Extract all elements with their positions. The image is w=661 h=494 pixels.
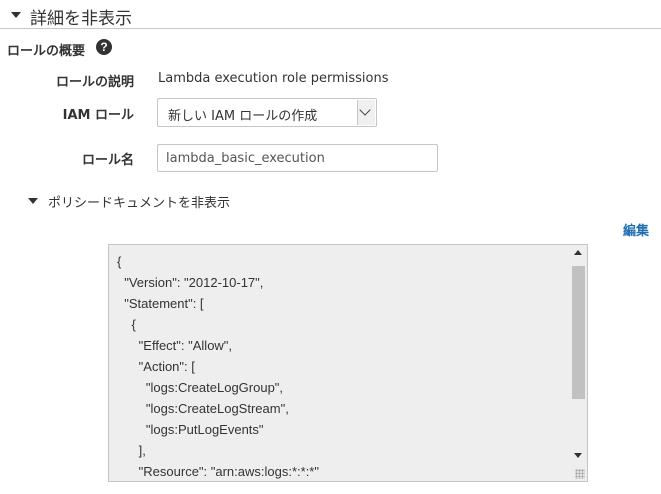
- chevron-down-icon: [359, 104, 371, 116]
- collapse-triangle-icon: [28, 198, 38, 204]
- question-circle-icon[interactable]: ?: [96, 39, 112, 55]
- resize-grip-icon[interactable]: [575, 469, 585, 479]
- vertical-scrollbar[interactable]: [571, 246, 586, 464]
- policy-document-toggle[interactable]: ポリシードキュメントを非表示: [28, 190, 288, 212]
- policy-document-text[interactable]: { "Version": "2012-10-17", "Statement": …: [117, 251, 319, 481]
- details-toggle-label: 詳細を非表示: [30, 9, 132, 29]
- iam-role-label: IAM ロール: [62, 108, 134, 123]
- role-description-value: Lambda execution role permissions: [158, 71, 389, 86]
- details-toggle[interactable]: 詳細を非表示: [0, 0, 661, 29]
- role-name-label: ロール名: [81, 153, 134, 168]
- policy-document-toggle-label: ポリシードキュメントを非表示: [48, 196, 231, 211]
- header-divider: [0, 28, 661, 29]
- role-description-label: ロールの説明: [55, 75, 134, 90]
- iam-role-selected-value: 新しい IAM ロールの作成: [168, 109, 318, 124]
- scroll-down-arrow-icon[interactable]: [574, 453, 582, 458]
- policy-document-editor[interactable]: { "Version": "2012-10-17", "Statement": …: [108, 244, 588, 482]
- scroll-up-arrow-icon[interactable]: [574, 250, 582, 255]
- iam-role-dropdown-button[interactable]: [357, 100, 375, 125]
- edit-policy-link[interactable]: 編集: [623, 220, 649, 239]
- iam-role-select[interactable]: 新しい IAM ロールの作成: [157, 98, 377, 127]
- scrollbar-thumb[interactable]: [572, 266, 585, 399]
- role-name-input[interactable]: [157, 144, 438, 172]
- collapse-triangle-icon: [11, 12, 21, 18]
- section-title: ロールの概要: [7, 44, 86, 59]
